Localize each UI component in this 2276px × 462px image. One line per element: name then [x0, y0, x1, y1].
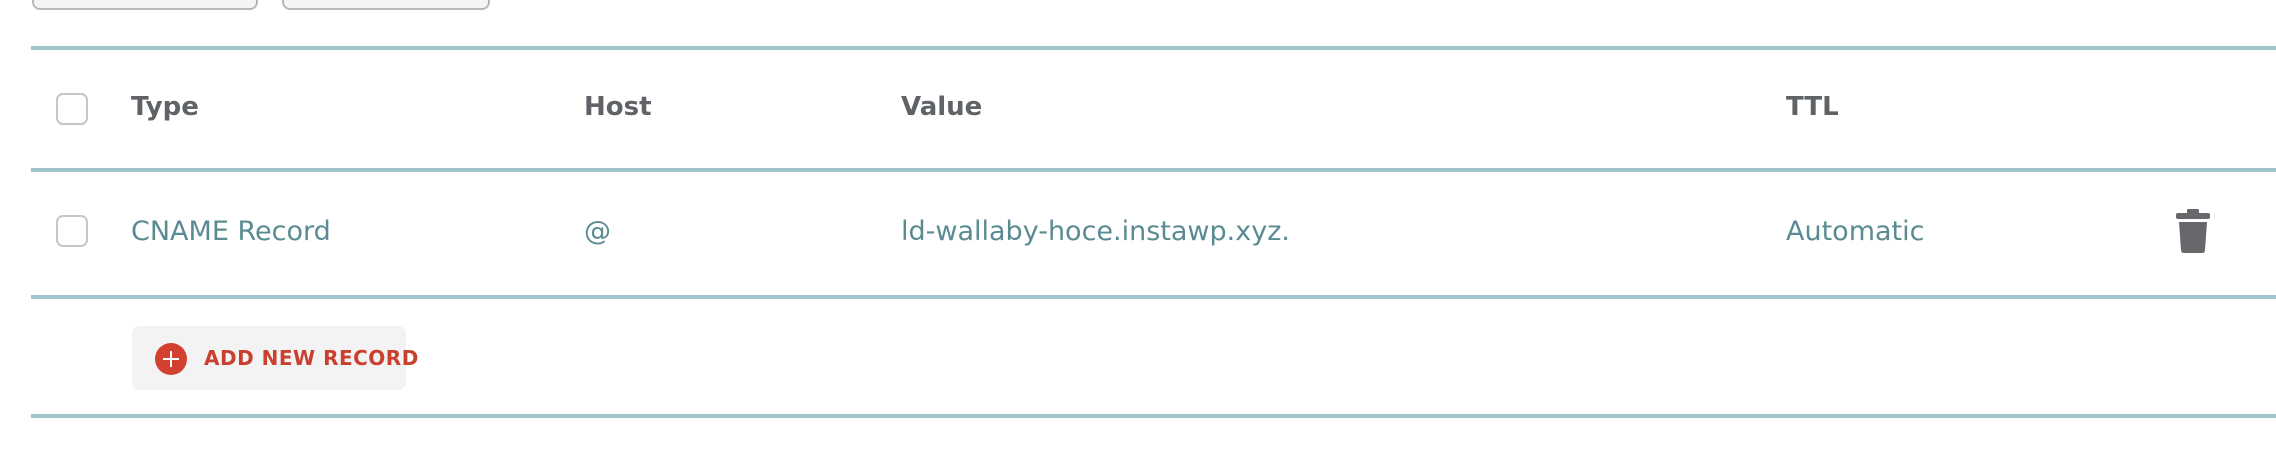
top-toolbar-button-1[interactable] — [32, 0, 258, 10]
record-type: CNAME Record — [131, 216, 331, 247]
add-new-record-button[interactable]: ADD NEW RECORD — [132, 326, 418, 390]
table-top-divider — [31, 46, 2276, 50]
record-value: ld-wallaby-hoce.instawp.xyz. — [901, 216, 1290, 247]
row-divider — [31, 295, 2276, 299]
top-toolbar-button-2[interactable] — [282, 0, 490, 10]
plus-circle-icon — [155, 343, 187, 375]
select-all-checkbox[interactable] — [56, 93, 88, 125]
column-header-type: Type — [131, 92, 199, 122]
trash-icon[interactable] — [2176, 209, 2210, 253]
record-host: @ — [584, 216, 611, 247]
row-checkbox[interactable] — [56, 215, 88, 247]
column-header-host: Host — [584, 92, 652, 122]
record-ttl: Automatic — [1786, 216, 1925, 247]
column-header-value: Value — [901, 92, 983, 122]
table-bottom-divider — [31, 414, 2276, 418]
header-divider — [31, 168, 2276, 172]
column-header-ttl: TTL — [1786, 92, 1839, 122]
add-new-record-label: ADD NEW RECORD — [204, 346, 419, 370]
